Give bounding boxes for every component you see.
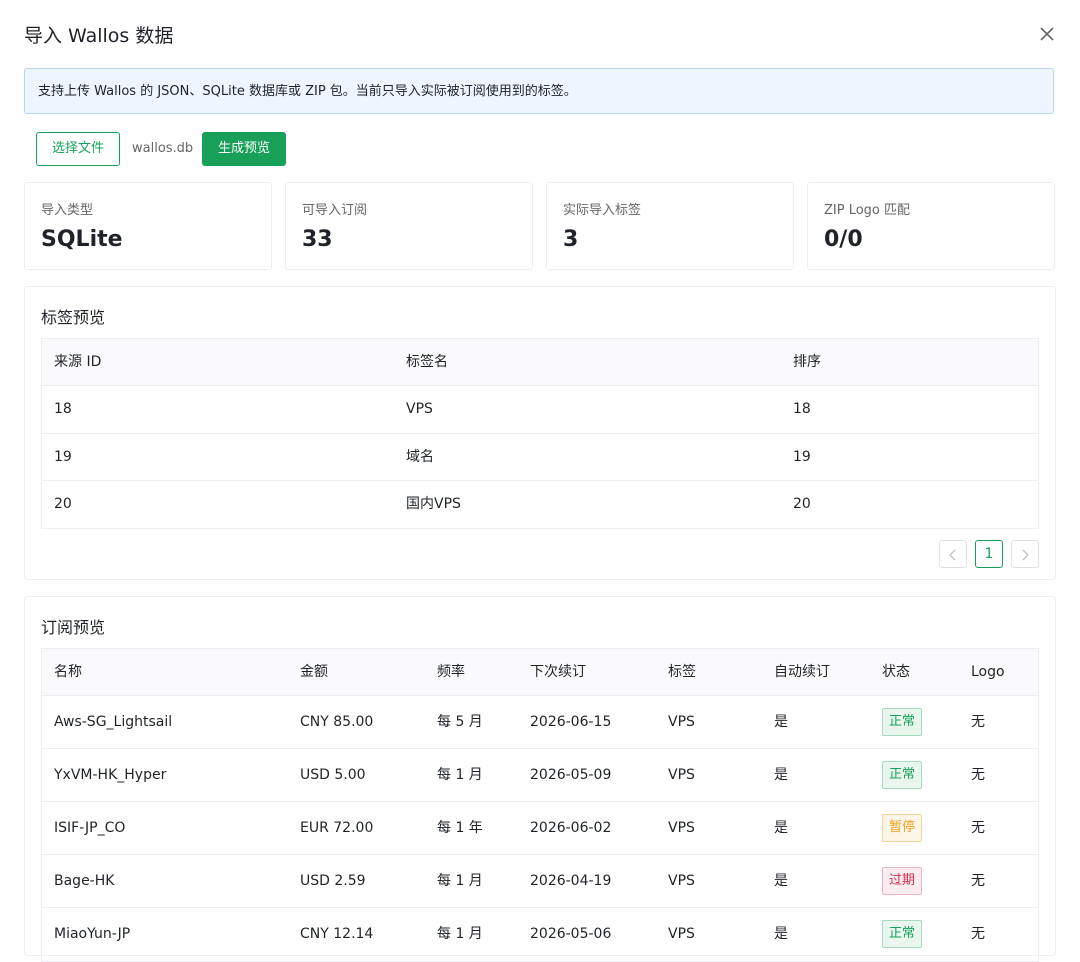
next-page-button[interactable] (1011, 540, 1039, 568)
table-row: MiaoYun-JP CNY 12.14 每 1 月 2026-05-06 VP… (42, 908, 1038, 961)
column-header: 标签名 (406, 354, 448, 370)
cell-next-renewal: 2026-05-09 (530, 767, 612, 783)
cell-name: Bage-HK (54, 873, 115, 889)
cell-auto-renew: 是 (774, 820, 788, 836)
cell-next-renewal: 2026-04-19 (530, 873, 612, 889)
cell-next-renewal: 2026-06-15 (530, 714, 612, 730)
cell-auto-renew: 是 (774, 926, 788, 942)
column-header: Logo (971, 664, 1005, 680)
info-alert: 支持上传 Wallos 的 JSON、SQLite 数据库或 ZIP 包。当前只… (24, 68, 1054, 114)
stat-label: 实际导入标签 (563, 203, 642, 218)
cell-tag: VPS (668, 820, 695, 836)
column-header: 状态 (882, 664, 910, 680)
tag-preview-title: 标签预览 (41, 308, 106, 327)
cell-logo: 无 (971, 873, 985, 889)
stat-value: 33 (302, 227, 333, 252)
cell-auto-renew: 是 (774, 714, 788, 730)
status-badge: 正常 (882, 708, 923, 736)
stat-value: SQLite (41, 227, 123, 252)
cell-tag: VPS (668, 714, 695, 730)
cell-tag-name: 国内VPS (406, 496, 461, 512)
status-badge: 过期 (882, 867, 923, 895)
chevron-left-icon (949, 549, 956, 561)
stat-label: ZIP Logo 匹配 (824, 203, 911, 218)
cell-source-id: 18 (54, 401, 72, 417)
cell-amount: CNY 85.00 (300, 714, 374, 730)
cell-source-id: 20 (54, 496, 72, 512)
cell-amount: EUR 72.00 (300, 820, 374, 836)
prev-page-button[interactable] (939, 540, 967, 568)
cell-name: MiaoYun-JP (54, 926, 131, 942)
cell-next-renewal: 2026-06-02 (530, 820, 612, 836)
table-row: ISIF-JP_CO EUR 72.00 每 1 年 2026-06-02 VP… (42, 802, 1038, 855)
cell-next-renewal: 2026-05-06 (530, 926, 612, 942)
cell-tag-name: 域名 (406, 449, 434, 465)
subscription-preview-card: 订阅预览 名称 金额 频率 下次续订 标签 自动续订 状态 Logo Aws-S… (24, 596, 1056, 962)
stat-imported-tags: 实际导入标签 3 (546, 182, 794, 270)
stat-label: 导入类型 (41, 203, 94, 218)
cell-frequency: 每 1 年 (437, 820, 483, 836)
dialog-title: 导入 Wallos 数据 (24, 25, 174, 47)
column-header: 下次续订 (530, 664, 586, 680)
column-header: 来源 ID (54, 354, 102, 370)
table-row: 18 VPS 18 (42, 386, 1038, 434)
cell-source-id: 19 (54, 449, 72, 465)
cell-logo: 无 (971, 714, 985, 730)
column-header: 名称 (54, 664, 82, 680)
generate-preview-button[interactable]: 生成预览 (202, 132, 286, 166)
cell-logo: 无 (971, 820, 985, 836)
cell-auto-renew: 是 (774, 767, 788, 783)
chevron-right-icon (1022, 549, 1029, 561)
subscription-preview-table: 名称 金额 频率 下次续订 标签 自动续订 状态 Logo Aws-SG_Lig… (41, 648, 1039, 962)
column-header: 标签 (668, 664, 696, 680)
subscription-preview-title: 订阅预览 (41, 618, 106, 637)
table-header: 名称 金额 频率 下次续订 标签 自动续订 状态 Logo (42, 649, 1038, 696)
tag-preview-table: 来源 ID 标签名 排序 18 VPS 18 19 域名 19 20 国内VPS… (41, 338, 1039, 529)
cell-frequency: 每 1 月 (437, 873, 483, 889)
cell-tag-name: VPS (406, 401, 433, 417)
page-1-button[interactable]: 1 (975, 540, 1003, 568)
table-row: YxVM-HK_Hyper USD 5.00 每 1 月 2026-05-09 … (42, 749, 1038, 802)
status-badge: 正常 (882, 920, 923, 948)
column-header: 频率 (437, 664, 465, 680)
cell-amount: CNY 12.14 (300, 926, 374, 942)
choose-file-button[interactable]: 选择文件 (36, 132, 120, 166)
table-row: 19 域名 19 (42, 434, 1038, 481)
tag-preview-card: 标签预览 来源 ID 标签名 排序 18 VPS 18 19 域名 19 20 … (24, 286, 1056, 580)
cell-tag: VPS (668, 767, 695, 783)
table-row: Bage-HK USD 2.59 每 1 月 2026-04-19 VPS 是 … (42, 855, 1038, 908)
stat-importable-subscriptions: 可导入订阅 33 (285, 182, 533, 270)
stat-import-type: 导入类型 SQLite (24, 182, 272, 270)
cell-frequency: 每 1 月 (437, 926, 483, 942)
status-badge: 正常 (882, 761, 923, 789)
column-header: 自动续订 (774, 664, 830, 680)
cell-amount: USD 5.00 (300, 767, 366, 783)
cell-logo: 无 (971, 926, 985, 942)
cell-sort: 18 (793, 401, 811, 417)
cell-tag: VPS (668, 873, 695, 889)
table-header: 来源 ID 标签名 排序 (42, 339, 1038, 386)
cell-sort: 20 (793, 496, 811, 512)
cell-name: ISIF-JP_CO (54, 820, 126, 836)
stat-label: 可导入订阅 (302, 203, 368, 218)
table-row: 20 国内VPS 20 (42, 481, 1038, 528)
cell-tag: VPS (668, 926, 695, 942)
status-badge: 暂停 (882, 814, 923, 842)
stat-value: 3 (563, 227, 579, 252)
column-header: 排序 (793, 354, 821, 370)
stat-value: 0/0 (824, 227, 863, 252)
cell-frequency: 每 5 月 (437, 714, 483, 730)
close-icon[interactable] (1037, 24, 1057, 44)
selected-file-name: wallos.db (132, 141, 194, 156)
cell-name: YxVM-HK_Hyper (54, 767, 167, 783)
stat-zip-logo-match: ZIP Logo 匹配 0/0 (807, 182, 1055, 270)
cell-amount: USD 2.59 (300, 873, 366, 889)
column-header: 金额 (300, 664, 328, 680)
cell-sort: 19 (793, 449, 811, 465)
cell-frequency: 每 1 月 (437, 767, 483, 783)
cell-logo: 无 (971, 767, 985, 783)
cell-name: Aws-SG_Lightsail (54, 714, 173, 730)
cell-auto-renew: 是 (774, 873, 788, 889)
table-row: Aws-SG_Lightsail CNY 85.00 每 5 月 2026-06… (42, 696, 1038, 749)
